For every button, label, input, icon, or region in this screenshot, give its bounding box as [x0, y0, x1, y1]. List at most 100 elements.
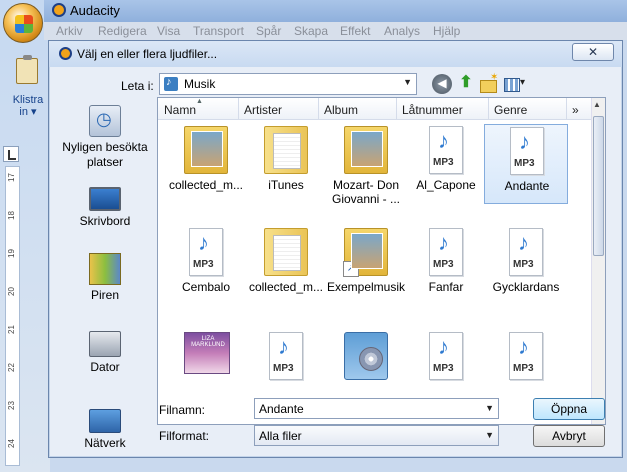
column-album[interactable]: Album: [324, 103, 358, 117]
scrollbar-thumb[interactable]: [593, 116, 604, 256]
chevron-down-icon: ▼: [485, 430, 494, 440]
view-menu-button[interactable]: [503, 74, 529, 94]
mp3-icon: [189, 228, 223, 276]
tab-selector[interactable]: [3, 146, 19, 162]
place-label: Skrivbord: [79, 214, 131, 228]
up-arrow-icon: ⬆: [459, 74, 473, 91]
column-divider[interactable]: [566, 98, 567, 120]
place-desktop[interactable]: Skrivbord: [55, 181, 155, 229]
paste-label: Klistra in ▾: [12, 94, 44, 118]
place-label: Nätverk: [84, 436, 126, 450]
ruler-number: 18: [6, 211, 16, 220]
installer-icon: [344, 332, 388, 380]
menu-transport[interactable]: Transport: [193, 24, 244, 38]
chevron-down-icon: ▼: [403, 77, 412, 87]
computer-icon: [89, 331, 121, 357]
menu-spar[interactable]: Spår: [256, 24, 281, 38]
audacity-titlebar[interactable]: Audacity: [44, 0, 627, 22]
file-item[interactable]: [164, 330, 248, 410]
file-list[interactable]: Namn ▲ Artister Album Låtnummer Genre » …: [157, 97, 606, 425]
file-label: iTunes: [268, 178, 304, 192]
file-item[interactable]: Fanfar: [404, 226, 488, 306]
filename-label: Filnamn:: [159, 403, 206, 417]
folder-shortcut-icon: [343, 228, 388, 277]
menu-analys[interactable]: Analys: [384, 24, 420, 38]
file-label: collected_m...: [168, 178, 244, 192]
up-folder-button[interactable]: ⬆: [456, 74, 476, 94]
column-name[interactable]: Namn: [164, 103, 196, 117]
menu-visa[interactable]: Visa: [157, 24, 180, 38]
place-computer[interactable]: Dator: [55, 327, 155, 375]
app-title: Audacity: [70, 3, 120, 18]
album-cover-icon: [184, 332, 230, 374]
back-button[interactable]: ◀: [432, 74, 452, 94]
filetype-label: Filformat:: [159, 429, 210, 443]
chevron-down-icon[interactable]: ▼: [485, 403, 494, 413]
more-columns-button[interactable]: »: [572, 103, 579, 117]
filetype-value: Alla filer: [259, 429, 302, 443]
place-recent[interactable]: Nyligen besökta platser: [55, 105, 155, 170]
place-libraries[interactable]: Piren: [55, 253, 155, 303]
filename-input[interactable]: Andante ▼: [254, 398, 499, 419]
file-label: collected_m...: [248, 280, 324, 294]
menu-arkiv[interactable]: Arkiv: [56, 24, 83, 38]
menu-redigera[interactable]: Redigera: [98, 24, 147, 38]
place-label: Nyligen besökta platser: [62, 140, 148, 169]
audacity-icon: [52, 3, 66, 17]
file-label: Mozart- Don Giovanni - ...: [331, 178, 401, 206]
scroll-up-icon[interactable]: ▲: [593, 100, 601, 109]
look-in-dropdown[interactable]: Musik ▼: [159, 73, 417, 95]
folder-icon: [264, 126, 308, 174]
cancel-button[interactable]: Avbryt: [533, 425, 605, 447]
look-in-value: Musik: [184, 77, 216, 91]
place-label: Piren: [90, 288, 119, 302]
network-icon: [89, 409, 121, 433]
file-item[interactable]: collected_m...: [244, 226, 328, 306]
menu-bar: Arkiv Redigera Visa Transport Spår Skapa…: [44, 22, 627, 40]
file-item[interactable]: Al_Capone: [404, 124, 488, 204]
filename-value: Andante: [259, 402, 304, 416]
ruler-number: 23: [6, 401, 16, 410]
menu-effekt[interactable]: Effekt: [340, 24, 370, 38]
ruler-number: 21: [6, 325, 16, 334]
close-button[interactable]: ✕: [572, 43, 614, 61]
file-item[interactable]: collected_m...: [164, 124, 248, 204]
mp3-icon: [429, 332, 463, 380]
file-item[interactable]: Cembalo: [164, 226, 248, 306]
file-item[interactable]: iTunes: [244, 124, 328, 204]
file-item-selected[interactable]: Andante: [484, 124, 568, 204]
libraries-icon: [89, 253, 121, 285]
column-divider[interactable]: [488, 98, 489, 120]
column-divider[interactable]: [318, 98, 319, 120]
file-item[interactable]: Gycklardans: [484, 226, 568, 306]
column-artists[interactable]: Artister: [244, 103, 282, 117]
new-folder-button[interactable]: [479, 72, 499, 94]
place-network[interactable]: Nätverk: [55, 403, 155, 451]
folder-icon: [264, 228, 308, 276]
menu-skapa[interactable]: Skapa: [294, 24, 328, 38]
column-divider[interactable]: [396, 98, 397, 120]
vertical-scrollbar[interactable]: ▲ ▼: [591, 98, 605, 424]
open-button[interactable]: Öppna: [533, 398, 605, 420]
file-label: Exempelmusik: [326, 280, 406, 294]
column-divider[interactable]: [238, 98, 239, 120]
mp3-icon: [509, 332, 543, 380]
dialog-titlebar[interactable]: Välj en eller flera ljudfiler... ✕: [49, 41, 622, 67]
paste-button[interactable]: Klistra in ▾: [6, 52, 46, 122]
folder-photo-icon: [184, 126, 228, 174]
office-button[interactable]: [3, 3, 43, 43]
column-track[interactable]: Låtnummer: [402, 103, 463, 117]
recent-places-icon: [89, 105, 121, 137]
ruler-number: 20: [6, 287, 16, 296]
places-bar: Nyligen besökta platser Skrivbord Piren …: [55, 99, 155, 455]
clipboard-icon: [16, 55, 38, 84]
menu-hjalp[interactable]: Hjälp: [433, 24, 460, 38]
file-item[interactable]: Mozart- Don Giovanni - ...: [324, 124, 408, 206]
mp3-icon: [429, 126, 463, 174]
file-label: Al_Capone: [416, 178, 476, 192]
filetype-dropdown[interactable]: Alla filer ▼: [254, 425, 499, 446]
sort-ascending-icon: ▲: [196, 98, 203, 105]
file-item[interactable]: Exempelmusik: [324, 226, 408, 306]
dialog-title: Välj en eller flera ljudfiler...: [77, 47, 218, 61]
column-genre[interactable]: Genre: [494, 103, 527, 117]
